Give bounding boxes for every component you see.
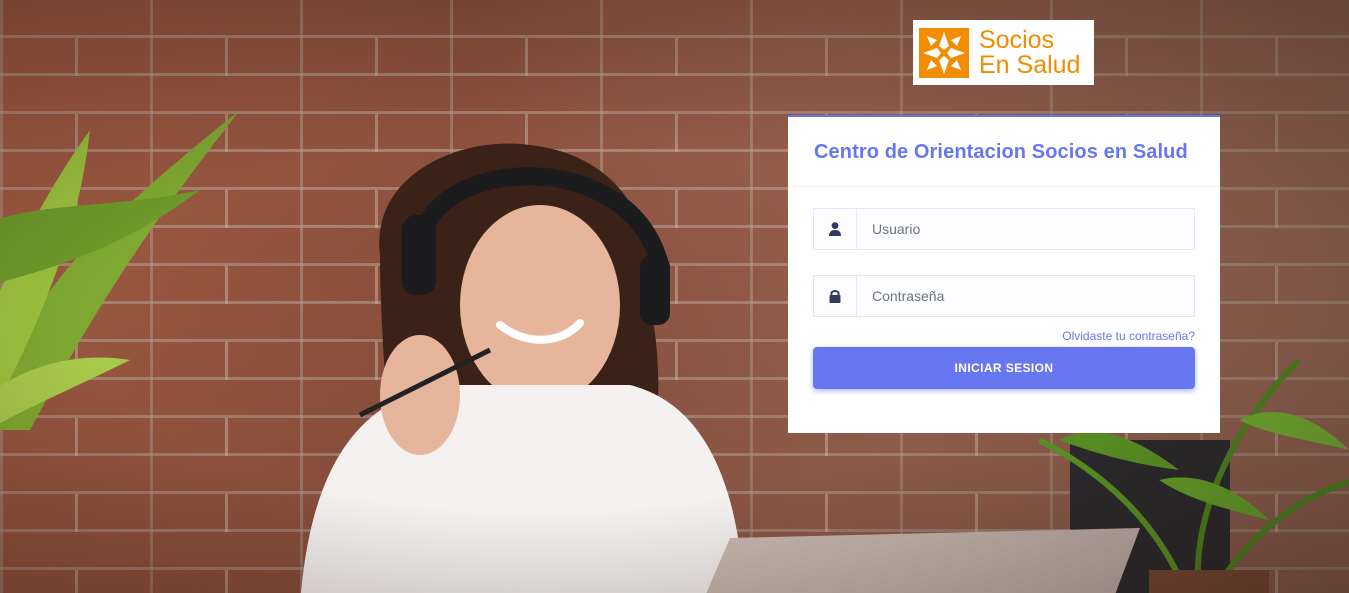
lock-icon	[829, 290, 841, 303]
login-card: Centro de Orientacion Socios en Salud Ol…	[788, 115, 1220, 433]
logo-line-1: Socios	[979, 25, 1055, 54]
login-card-header: Centro de Orientacion Socios en Salud	[788, 117, 1220, 187]
logo-line-2: En Salud	[979, 50, 1081, 79]
password-field-group	[813, 275, 1195, 317]
username-field-group	[813, 208, 1195, 250]
password-addon	[814, 276, 857, 316]
user-icon	[829, 222, 841, 236]
password-input[interactable]	[857, 276, 1194, 316]
username-input[interactable]	[857, 209, 1194, 249]
login-title: Centro de Orientacion Socios en Salud	[814, 141, 1188, 163]
brand-logo: Socios En Salud	[913, 20, 1094, 85]
hands-logo-icon	[919, 27, 969, 78]
login-button[interactable]: INICIAR SESION	[813, 347, 1195, 389]
forgot-password-link[interactable]: Olvidaste tu contraseña?	[1062, 329, 1195, 343]
username-addon	[814, 209, 857, 249]
logo-wordmark: Socios En Salud	[979, 25, 1081, 79]
